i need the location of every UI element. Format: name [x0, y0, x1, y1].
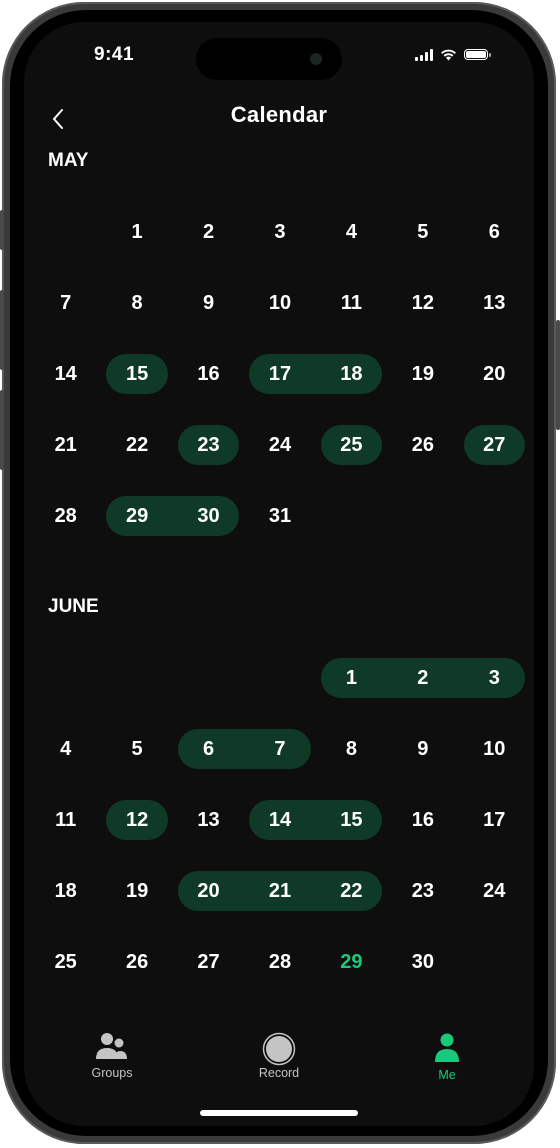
calendar-week: 7 8 9 10 11 12 13 — [30, 283, 530, 354]
calendar-week: 21 22 23 24 25 26 27 — [30, 425, 530, 496]
calendar-day[interactable]: 6 — [459, 212, 530, 252]
calendar-day[interactable]: 13 — [173, 800, 244, 840]
signal-icon — [415, 48, 433, 61]
calendar-day[interactable]: 18 — [30, 871, 101, 911]
calendar-day[interactable]: 2 — [173, 212, 244, 252]
calendar-day[interactable]: 19 — [101, 871, 172, 911]
calendar-day[interactable]: 18 — [316, 354, 387, 394]
calendar-day[interactable]: 11 — [316, 283, 387, 323]
groups-icon — [96, 1033, 127, 1059]
calendar-day[interactable]: 25 — [316, 425, 387, 465]
page-title: Calendar — [230, 102, 328, 127]
calendar-day[interactable]: 6 — [173, 729, 244, 769]
calendar-week: 123456 — [30, 212, 530, 283]
calendar-day[interactable]: 22 — [101, 425, 172, 465]
calendar-week: 28 29 30 31 — [30, 496, 530, 567]
calendar-day[interactable]: 30 — [387, 942, 458, 982]
calendar-day[interactable]: 8 — [101, 283, 172, 323]
calendar-day[interactable]: 24 — [459, 871, 530, 911]
calendar-day[interactable]: 9 — [173, 283, 244, 323]
tab-label: Groups — [91, 1066, 133, 1080]
calendar-day[interactable]: 28 — [244, 942, 315, 982]
calendar-day[interactable]: 10 — [244, 283, 315, 323]
home-indicator[interactable] — [200, 1110, 358, 1116]
calendar-day[interactable]: 30 — [173, 496, 244, 536]
calendar-day[interactable]: 15 — [101, 354, 172, 394]
calendar-day[interactable]: 3 — [459, 658, 530, 698]
wifi-icon — [441, 49, 456, 61]
tab-me[interactable]: Me — [387, 1032, 507, 1082]
calendar-day[interactable]: 7 — [244, 729, 315, 769]
calendar-day[interactable]: 4 — [30, 729, 101, 769]
calendar-day[interactable]: 22 — [316, 871, 387, 911]
calendar-day[interactable]: 1 — [101, 212, 172, 252]
calendar-day[interactable]: 20 — [459, 354, 530, 394]
battery-icon — [464, 49, 491, 60]
calendar-grid-may: 1 2 3 4 5 6 7 8 9 10 11 12 13 14 15 16 17 18 19 20 21 22 23 24 2… — [30, 212, 530, 567]
calendar-week: 14 15 16 17 18 19 20 — [30, 354, 530, 425]
calendar-day[interactable]: 5 — [101, 729, 172, 769]
calendar-day[interactable]: 12 — [387, 283, 458, 323]
calendar-week: 25 26 27 28 29 30 — [30, 942, 530, 1013]
tab-bar: Groups Record Me — [24, 1032, 534, 1092]
calendar-day[interactable]: 7 — [30, 283, 101, 323]
calendar-day[interactable]: 28 — [30, 496, 101, 536]
calendar-day[interactable]: 23 — [173, 425, 244, 465]
calendar-day[interactable]: 31 — [244, 496, 315, 536]
calendar-day[interactable]: 16 — [173, 354, 244, 394]
calendar-day[interactable]: 16 — [387, 800, 458, 840]
calendar-day[interactable]: 21 — [244, 871, 315, 911]
volume-up-button — [0, 290, 4, 370]
tab-label: Record — [258, 1066, 300, 1080]
calendar-day[interactable]: 29 — [316, 942, 387, 982]
calendar-day[interactable]: 8 — [316, 729, 387, 769]
calendar-day[interactable]: 14 — [244, 800, 315, 840]
calendar-week: 18 19 20 21 22 23 24 — [30, 871, 530, 942]
calendar-day[interactable]: 29 — [101, 496, 172, 536]
person-icon — [435, 1033, 459, 1062]
status-icons — [415, 48, 491, 61]
calendar-day[interactable]: 19 — [387, 354, 458, 394]
calendar-day[interactable]: 25 — [30, 942, 101, 982]
calendar-day[interactable]: 17 — [244, 354, 315, 394]
tab-groups[interactable]: Groups — [52, 1032, 172, 1080]
calendar-day[interactable]: 17 — [459, 800, 530, 840]
camera-icon — [310, 53, 322, 65]
calendar-day[interactable]: 11 — [30, 800, 101, 840]
calendar-day[interactable]: 23 — [387, 871, 458, 911]
status-time: 9:41 — [94, 44, 135, 65]
calendar-day[interactable]: 27 — [459, 425, 530, 465]
calendar-day[interactable]: 21 — [30, 425, 101, 465]
calendar-day[interactable]: 24 — [244, 425, 315, 465]
calendar-day[interactable]: 26 — [101, 942, 172, 982]
tab-label: Me — [438, 1068, 456, 1082]
calendar-day[interactable]: 5 — [387, 212, 458, 252]
calendar-day[interactable]: 13 — [459, 283, 530, 323]
action-button — [0, 210, 4, 250]
month-label-june: JUNE — [48, 596, 99, 617]
calendar-week: 4 5 6 7 8 9 10 — [30, 729, 530, 800]
power-button — [556, 320, 560, 430]
calendar-day[interactable]: 15 — [316, 800, 387, 840]
screen: 9:41 Calendar MAY 1 2 3 4 5 6 7 8 9 10 11 12 13 14 15 1… — [24, 22, 534, 1126]
calendar-day[interactable]: 20 — [173, 871, 244, 911]
month-label-may: MAY — [48, 150, 89, 171]
calendar-day[interactable]: 26 — [387, 425, 458, 465]
volume-down-button — [0, 390, 4, 470]
calendar-day[interactable]: 10 — [459, 729, 530, 769]
calendar-day[interactable]: 27 — [173, 942, 244, 982]
tab-record[interactable]: Record — [219, 1032, 339, 1080]
calendar-day[interactable]: 12 — [101, 800, 172, 840]
calendar-grid-june: 1 2 3 4 5 6 7 8 9 10 11 12 13 14 15 16 17 18 19 20 21 22 23 24 2… — [30, 658, 530, 1013]
calendar-week: 123 — [30, 658, 530, 729]
calendar-week: 11 12 13 14 15 16 17 — [30, 800, 530, 871]
dynamic-island — [196, 38, 342, 80]
calendar-day[interactable]: 3 — [244, 212, 315, 252]
calendar-day[interactable]: 9 — [387, 729, 458, 769]
record-icon — [262, 1032, 296, 1066]
calendar-day[interactable]: 1 — [316, 658, 387, 698]
calendar-day[interactable]: 14 — [30, 354, 101, 394]
calendar-day[interactable]: 4 — [316, 212, 387, 252]
calendar-day[interactable]: 2 — [387, 658, 458, 698]
